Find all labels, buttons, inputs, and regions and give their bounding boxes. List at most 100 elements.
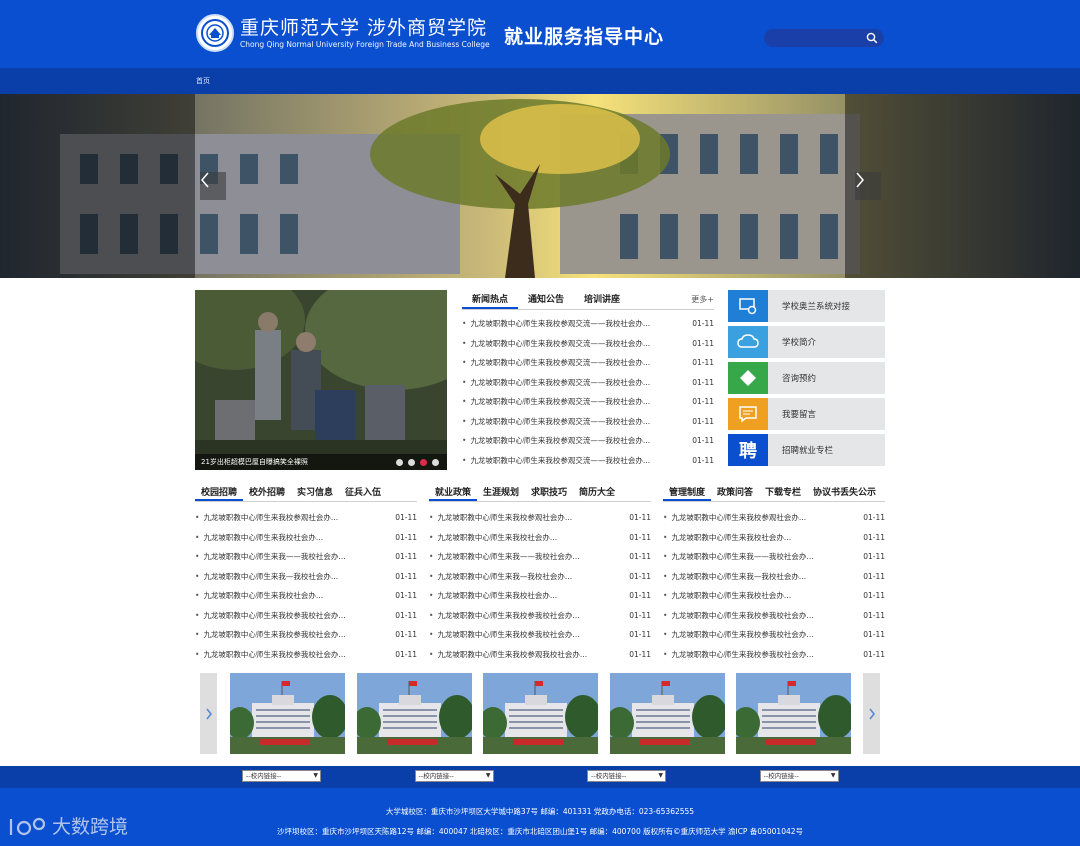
news-row[interactable]: 九龙坡职教中心师生来我校参观交流——我校社会办... 01-11 [462,373,714,393]
list-item[interactable]: 九龙坡职教中心师生来我校社会办... 01-11 [429,528,651,548]
carousel-thumb[interactable] [230,673,345,754]
news-title-link[interactable]: 九龙坡职教中心师生来我校参观交流——我校社会办... [462,392,650,412]
list-item[interactable]: 九龙坡职教中心师生来我校参我校社会办... 01-11 [663,606,885,626]
news-row[interactable]: 九龙坡职教中心师生来我校参观交流——我校社会办... 01-11 [462,392,714,412]
list-item-title[interactable]: 九龙坡职教中心师生来我校社会办... [429,586,557,606]
list-item[interactable]: 九龙坡职教中心师生来我—我校社会办... 01-11 [663,567,885,587]
quick-link-item[interactable]: 学校奥兰系统对接 [728,290,885,322]
news-title-link[interactable]: 九龙坡职教中心师生来我校参观交流——我校社会办... [462,373,650,393]
list-item-title[interactable]: 九龙坡职教中心师生来我校参我校社会办... [429,625,579,645]
list-item[interactable]: 九龙坡职教中心师生来我校社会办... 01-11 [663,586,885,606]
footer-link-select[interactable]: --校内链接-- ▼ [414,770,494,782]
list-item-title[interactable]: 九龙坡职教中心师生来我校参观社会办... [429,508,572,528]
news-title-link[interactable]: 九龙坡职教中心师生来我校参观交流——我校社会办... [462,334,650,354]
list-item[interactable]: 九龙坡职教中心师生来我校参我校社会办... 01-11 [195,606,417,626]
search-input[interactable] [770,29,862,47]
list-item-title[interactable]: 九龙坡职教中心师生来我校参我校社会办... [663,606,813,626]
college-logo[interactable]: 重庆师范大学 涉外商贸学院 Chong Qing Normal Universi… [196,14,490,52]
list-item[interactable]: 九龙坡职教中心师生来我校参观社会办... 01-11 [663,508,885,528]
list-item-title[interactable]: 九龙坡职教中心师生来我——我校社会办... [663,547,813,567]
quick-link-item[interactable]: 我要留言 [728,398,885,430]
news-row[interactable]: 九龙坡职教中心师生来我校参观交流——我校社会办... 01-11 [462,412,714,432]
column-tab[interactable]: 生涯规划 [477,484,525,501]
list-item[interactable]: 九龙坡职教中心师生来我校社会办... 01-11 [195,528,417,548]
news-row[interactable]: 九龙坡职教中心师生来我校参观交流——我校社会办... 01-11 [462,431,714,451]
nav-item-home[interactable]: 首页 [196,76,210,86]
list-item-title[interactable]: 九龙坡职教中心师生来我校参我校社会办... [195,606,345,626]
list-item-title[interactable]: 九龙坡职教中心师生来我校参观社会办... [663,508,806,528]
footer-link-select[interactable]: --校内链接-- ▼ [242,770,321,782]
list-item-title[interactable]: 九龙坡职教中心师生来我校社会办... [663,528,791,548]
banner-next-button[interactable] [855,172,881,200]
column-tab[interactable]: 校园招聘 [195,484,244,501]
slide-dot[interactable] [396,459,403,466]
news-title-link[interactable]: 九龙坡职教中心师生来我校参观交流——我校社会办... [462,353,650,373]
list-item-title[interactable]: 九龙坡职教中心师生来我—我校社会办... [195,567,338,587]
list-item-title[interactable]: 九龙坡职教中心师生来我校参我校社会办... [195,625,345,645]
news-title-link[interactable]: 九龙坡职教中心师生来我校参观交流——我校社会办... [462,431,650,451]
news-title-link[interactable]: 九龙坡职教中心师生来我校参观交流——我校社会办... [462,314,650,334]
news-row[interactable]: 九龙坡职教中心师生来我校参观交流——我校社会办... 01-11 [462,451,714,471]
list-item[interactable]: 九龙坡职教中心师生来我校参我校社会办... 01-11 [663,625,885,645]
list-item-title[interactable]: 九龙坡职教中心师生来我校参我校社会办... [663,645,813,665]
list-item[interactable]: 九龙坡职教中心师生来我校参观社会办... 01-11 [429,508,651,528]
slide-dot[interactable] [420,459,427,466]
list-item-title[interactable]: 九龙坡职教中心师生来我校参观我校社会办... [429,645,587,665]
news-title-link[interactable]: 九龙坡职教中心师生来我校参观交流——我校社会办... [462,451,650,471]
list-item[interactable]: 九龙坡职教中心师生来我校社会办... 01-11 [195,586,417,606]
list-item[interactable]: 九龙坡职教中心师生来我——我校社会办... 01-11 [663,547,885,567]
list-item[interactable]: 九龙坡职教中心师生来我校参我校社会办... 01-11 [195,645,417,665]
column-tab[interactable]: 征兵入伍 [339,484,387,501]
list-item-title[interactable]: 九龙坡职教中心师生来我—我校社会办... [663,567,806,587]
list-item-title[interactable]: 九龙坡职教中心师生来我——我校社会办... [429,547,579,567]
list-item[interactable]: 九龙坡职教中心师生来我校社会办... 01-11 [429,586,651,606]
quick-link-item[interactable]: 聘 招聘就业专栏 [728,434,885,466]
list-item[interactable]: 九龙坡职教中心师生来我校社会办... 01-11 [663,528,885,548]
list-item-title[interactable]: 九龙坡职教中心师生来我校社会办... [663,586,791,606]
quick-link-item[interactable]: 学校简介 [728,326,885,358]
banner-prev-button[interactable] [200,172,226,200]
list-item[interactable]: 九龙坡职教中心师生来我校参我校社会办... 01-11 [195,625,417,645]
list-item-title[interactable]: 九龙坡职教中心师生来我校参我校社会办... [663,625,813,645]
carousel-thumb[interactable] [356,673,472,754]
list-item-title[interactable]: 九龙坡职教中心师生来我——我校社会办... [195,547,345,567]
column-tab[interactable]: 下载专栏 [759,484,807,501]
news-row[interactable]: 九龙坡职教中心师生来我校参观交流——我校社会办... 01-11 [462,353,714,373]
list-item[interactable]: 九龙坡职教中心师生来我校参我校社会办... 01-11 [663,645,885,665]
list-item[interactable]: 九龙坡职教中心师生来我—我校社会办... 01-11 [195,567,417,587]
list-item-title[interactable]: 九龙坡职教中心师生来我校参观社会办... [195,508,338,528]
list-item[interactable]: 九龙坡职教中心师生来我—我校社会办... 01-11 [429,567,651,587]
carousel-prev-button[interactable] [200,673,217,754]
more-link[interactable]: 更多+ [691,290,714,310]
list-item-title[interactable]: 九龙坡职教中心师生来我—我校社会办... [429,567,572,587]
news-slideshow[interactable]: 21岁出柜超模巴厘自曝搞笑全裸照 [195,290,447,470]
column-tab[interactable]: 政策问答 [711,484,759,501]
list-item[interactable]: 九龙坡职教中心师生来我——我校社会办... 01-11 [429,547,651,567]
carousel-next-button[interactable] [863,673,880,754]
list-item[interactable]: 九龙坡职教中心师生来我校参观我校社会办... 01-11 [429,645,651,665]
slide-dot[interactable] [408,459,415,466]
search-icon[interactable] [866,32,878,44]
column-tab[interactable]: 实习信息 [291,484,339,501]
news-row[interactable]: 九龙坡职教中心师生来我校参观交流——我校社会办... 01-11 [462,314,714,334]
footer-link-select[interactable]: --校内链接-- ▼ [587,770,666,782]
list-item-title[interactable]: 九龙坡职教中心师生来我校参我校社会办... [429,606,579,626]
carousel-thumb[interactable] [736,673,851,754]
news-tab[interactable]: 通知公告 [518,290,574,309]
news-tab[interactable]: 培训讲座 [574,290,630,309]
list-item-title[interactable]: 九龙坡职教中心师生来我校参我校社会办... [195,645,345,665]
list-item-title[interactable]: 九龙坡职教中心师生来我校社会办... [195,528,323,548]
list-item[interactable]: 九龙坡职教中心师生来我——我校社会办... 01-11 [195,547,417,567]
news-tab[interactable]: 新闻热点 [462,290,519,309]
column-tab[interactable]: 就业政策 [429,484,478,501]
column-tab[interactable]: 求职技巧 [525,484,573,501]
news-title-link[interactable]: 九龙坡职教中心师生来我校参观交流——我校社会办... [462,412,650,432]
list-item-title[interactable]: 九龙坡职教中心师生来我校社会办... [429,528,557,548]
column-tab[interactable]: 管理制度 [663,484,712,501]
news-row[interactable]: 九龙坡职教中心师生来我校参观交流——我校社会办... 01-11 [462,334,714,354]
carousel-thumb[interactable] [483,673,598,754]
footer-link-select[interactable]: --校内链接-- ▼ [759,770,839,782]
list-item[interactable]: 九龙坡职教中心师生来我校参我校社会办... 01-11 [429,606,651,626]
column-tab[interactable]: 校外招聘 [243,484,291,501]
quick-link-item[interactable]: 咨询预约 [728,362,885,394]
